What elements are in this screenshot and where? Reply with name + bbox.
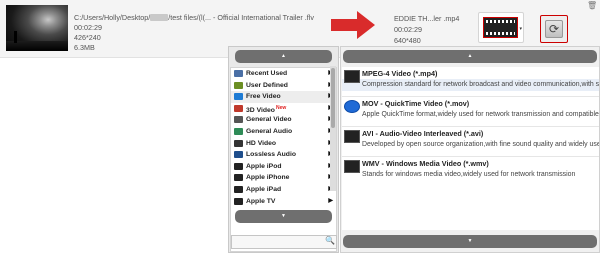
category-label: Apple iPad <box>246 185 282 193</box>
category-item-hd-video[interactable]: HD Video▶ <box>231 138 336 150</box>
format-description: Developed by open source organization,wi… <box>362 141 599 148</box>
new-badge: New <box>275 104 287 111</box>
category-scrollbar[interactable] <box>330 66 336 191</box>
format-description: Apple QuickTime format,widely used for n… <box>362 111 599 118</box>
output-format-button[interactable]: ▾ <box>478 12 524 43</box>
category-item-general-audio[interactable]: General Audio▶ <box>231 126 336 138</box>
category-label: Free Video <box>246 93 281 101</box>
format-title: WMV - Windows Media Video (*.wmv) <box>362 159 489 168</box>
category-item-3d-video[interactable]: 3D VideoNew▶ <box>231 103 336 115</box>
quicktime-icon <box>344 100 360 113</box>
apple-icon <box>234 197 243 205</box>
film-icon <box>234 116 243 124</box>
search-icon[interactable]: 🔍 <box>325 236 335 245</box>
free-video-icon <box>234 93 243 101</box>
category-list: Recent Used▶ User Defined▶ Free Video▶ 3… <box>230 67 337 252</box>
format-description: Compression standard for network broadca… <box>342 79 599 91</box>
apple-icon <box>234 162 243 170</box>
source-path-start: C:/Users/Holly/Desktop/ <box>74 13 151 22</box>
output-duration: 00:02:29 <box>394 25 422 34</box>
format-title: MOV - QuickTime Video (*.mov) <box>362 99 470 108</box>
output-file-name: EDDIE TH...ler .mp4 <box>394 14 460 23</box>
category-label: General Audio <box>246 127 293 135</box>
scrollbar-thumb[interactable] <box>331 68 335 128</box>
source-resolution: 426*240 <box>74 33 101 42</box>
wmv-film-icon <box>344 160 360 173</box>
chevron-right-icon: ▶ <box>328 197 333 204</box>
category-item-apple-tv[interactable]: Apple TV ▶ <box>231 196 336 208</box>
avi-film-icon <box>344 130 360 143</box>
source-file-name: C:/Users/Holly/Desktop/ /test files/(l(..… <box>74 13 314 23</box>
category-label: Apple TV <box>246 197 276 205</box>
category-label: Apple iPod <box>246 162 282 170</box>
category-label: HD Video <box>246 139 277 147</box>
format-scroll-up-button[interactable]: ▲ <box>343 50 597 63</box>
category-label: General Video <box>246 116 292 124</box>
user-icon <box>234 81 243 89</box>
source-path-end: /test files/(l(... - Official Internatio… <box>168 13 314 22</box>
category-item-apple-iphone[interactable]: Apple iPhone▶ <box>231 172 336 184</box>
refresh-button[interactable]: ⟳ <box>540 15 568 43</box>
category-item-lossless-audio[interactable]: Lossless Audio▶ <box>231 149 336 161</box>
format-item-mov[interactable]: MOV - QuickTime Video (*.mov) Apple Quic… <box>342 97 599 126</box>
category-panel: ▲ Recent Used▶ User Defined▶ Free Video▶… <box>228 46 339 253</box>
category-label: User Defined <box>246 81 288 89</box>
category-scroll-up-button[interactable]: ▲ <box>235 50 332 63</box>
chevron-down-icon: ▾ <box>519 26 522 32</box>
hd-icon <box>234 139 243 147</box>
recent-icon <box>234 70 243 77</box>
format-list: MPEG-4 Video (*.mp4) Compression standar… <box>342 67 599 230</box>
category-item-general-video[interactable]: General Video▶ <box>231 114 336 126</box>
format-title: AVI - Audio-Video Interleaved (*.avi) <box>362 129 484 138</box>
category-label: 3D Video <box>246 106 275 114</box>
video-thumbnail[interactable] <box>6 5 68 51</box>
mp4-film-icon <box>344 70 360 83</box>
format-scroll-down-button[interactable]: ▼ <box>343 235 597 248</box>
apple-icon <box>234 174 243 182</box>
trash-icon[interactable]: 🗑 <box>587 1 597 10</box>
audio-icon <box>234 151 243 159</box>
convert-arrow-icon <box>331 11 375 39</box>
format-title: MPEG-4 Video (*.mp4) <box>362 69 438 78</box>
refresh-icon: ⟳ <box>545 20 563 38</box>
category-item-apple-ipad[interactable]: Apple iPad▶ <box>231 184 336 196</box>
format-description: Stands for windows media video,widely us… <box>362 171 576 178</box>
format-panel: ▲ MPEG-4 Video (*.mp4) Compression stand… <box>340 46 600 253</box>
category-label: Recent Used <box>246 70 288 77</box>
format-item-mp4[interactable]: MPEG-4 Video (*.mp4) Compression standar… <box>342 67 599 96</box>
category-label: Lossless Audio <box>246 151 296 159</box>
3d-icon <box>234 104 243 112</box>
category-item-recent-used[interactable]: Recent Used▶ <box>231 68 336 80</box>
category-item-free-video[interactable]: Free Video▶ <box>231 91 336 103</box>
format-search-input[interactable] <box>231 235 337 249</box>
output-file-info: EDDIE TH...ler .mp4 00:02:29 640*480 <box>394 13 459 46</box>
redacted-path <box>150 14 169 21</box>
category-item-apple-ipod[interactable]: Apple iPod▶ <box>231 161 336 173</box>
format-item-wmv[interactable]: WMV - Windows Media Video (*.wmv) Stands… <box>342 157 599 186</box>
source-duration: 00:02:29 <box>74 23 102 32</box>
output-resolution: 640*480 <box>394 36 421 45</box>
thumbnail-tree <box>14 31 17 43</box>
music-icon <box>234 127 243 135</box>
category-label: Apple iPhone <box>246 174 290 182</box>
category-item-user-defined[interactable]: User Defined▶ <box>231 80 336 92</box>
apple-icon <box>234 185 243 193</box>
format-item-avi[interactable]: AVI - Audio-Video Interleaved (*.avi) De… <box>342 127 599 156</box>
film-format-icon <box>483 17 518 38</box>
category-scroll-down-button[interactable]: ▼ <box>235 210 332 223</box>
